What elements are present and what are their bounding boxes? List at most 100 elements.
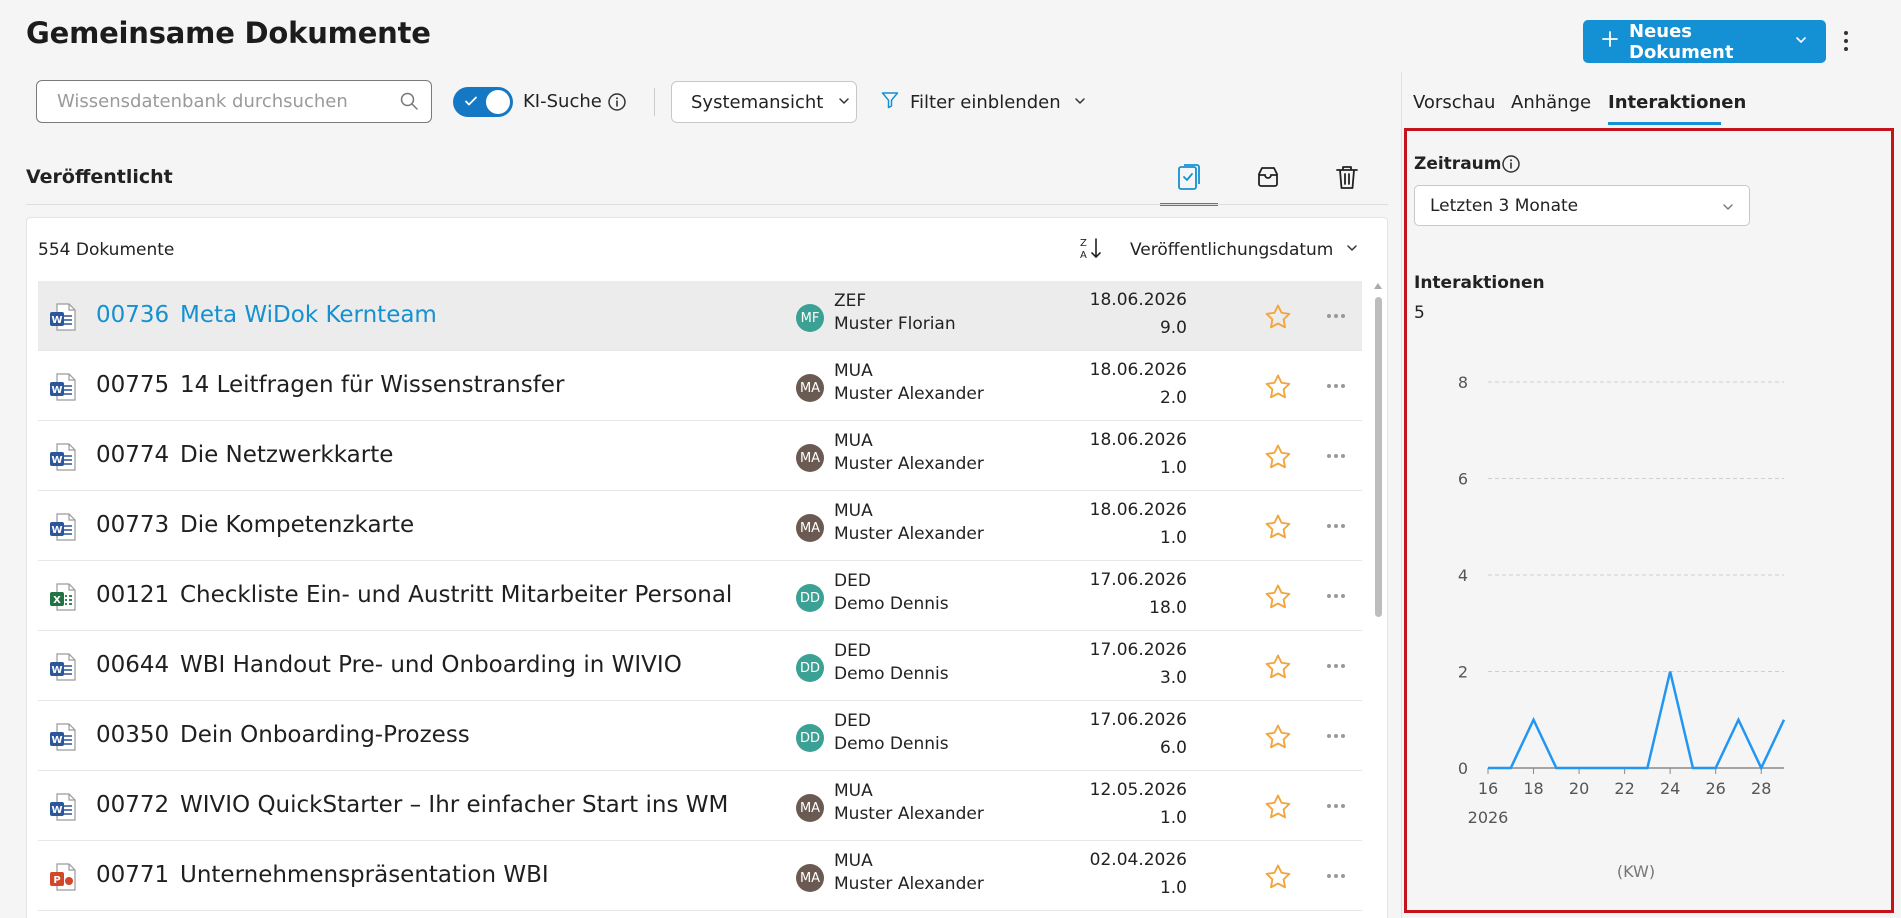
document-title[interactable]: Unternehmenspräsentation WBI: [180, 862, 549, 888]
sort-order-icon[interactable]: ZA: [1079, 236, 1103, 266]
search-input[interactable]: [37, 81, 367, 121]
new-document-button[interactable]: Neues Dokument: [1583, 20, 1826, 63]
document-row[interactable]: P 00771 Unternehmenspräsentation WBI MA MUA M…: [38, 841, 1362, 911]
published-documents-icon[interactable]: [1176, 162, 1202, 196]
favorite-star-icon[interactable]: [1263, 722, 1293, 756]
document-row[interactable]: W 00773 Die Kompetenzkarte MA MUA Muster Alex…: [38, 491, 1362, 561]
more-options-icon[interactable]: [1838, 28, 1854, 54]
avatar: MA: [796, 794, 824, 822]
document-number: 00736: [96, 302, 170, 328]
published-date: 18.06.2026: [1089, 430, 1187, 450]
author-code: DED: [834, 711, 871, 731]
x-tick-label: 18: [1523, 779, 1543, 798]
author-name: Muster Florian: [834, 314, 956, 334]
sort-select[interactable]: Veröffentlichungsdatum: [1130, 240, 1359, 260]
chevron-down-icon: [1721, 199, 1735, 219]
document-row[interactable]: X 00121 Checkliste Ein- und Austritt Mitar…: [38, 561, 1362, 631]
document-version: 9.0: [1159, 318, 1187, 338]
document-title[interactable]: Meta WiDok Kernteam: [180, 302, 437, 328]
favorite-star-icon[interactable]: [1263, 862, 1293, 896]
document-title[interactable]: WBI Handout Pre- und Onboarding in WIVIO: [180, 652, 682, 678]
x-axis-title: (KW): [1617, 862, 1655, 881]
document-row[interactable]: W 00775 14 Leitfragen für Wissenstransfer M…: [38, 351, 1362, 421]
document-row[interactable]: W 00772 WIVIO QuickStarter – Ihr einfacher…: [38, 771, 1362, 841]
tab-attachments[interactable]: Anhänge: [1511, 92, 1591, 113]
author-code: MUA: [834, 431, 873, 451]
document-row[interactable]: W 00736 Meta WiDok Kernteam MF ZEF Muster Flo…: [38, 281, 1362, 351]
author-code: DED: [834, 571, 871, 591]
avatar: MA: [796, 444, 824, 472]
document-number: 00773: [96, 512, 170, 538]
x-tick-label: 20: [1569, 779, 1589, 798]
published-date: 17.06.2026: [1089, 570, 1187, 590]
document-row[interactable]: W 00774 Die Netzwerkkarte MA MUA Muster Alexa…: [38, 421, 1362, 491]
favorite-star-icon[interactable]: [1263, 792, 1293, 826]
info-icon[interactable]: [1501, 154, 1521, 178]
word-file-icon: W: [49, 372, 77, 406]
favorite-star-icon[interactable]: [1263, 302, 1293, 336]
row-more-icon[interactable]: [1327, 384, 1345, 388]
section-title: Veröffentlicht: [26, 166, 173, 188]
document-row[interactable]: W 00644 WBI Handout Pre- und Onboarding in…: [38, 631, 1362, 701]
y-tick-label: 4: [1458, 566, 1468, 585]
document-title[interactable]: WIVIO QuickStarter – Ihr einfacher Start…: [180, 792, 728, 818]
new-document-label: Neues Dokument: [1629, 20, 1734, 63]
author-name: Demo Dennis: [834, 664, 949, 684]
row-more-icon[interactable]: [1327, 664, 1345, 668]
row-more-icon[interactable]: [1327, 314, 1345, 318]
info-icon[interactable]: [607, 92, 627, 116]
document-title[interactable]: Dein Onboarding-Prozess: [180, 722, 470, 748]
y-tick-label: 0: [1458, 759, 1468, 778]
row-more-icon[interactable]: [1327, 874, 1345, 878]
scrollbar-thumb[interactable]: [1375, 297, 1382, 617]
interactions-label: Interaktionen: [1414, 273, 1545, 293]
word-file-icon: W: [49, 722, 77, 756]
powerpoint-file-icon: P: [49, 862, 77, 896]
avatar: MF: [796, 304, 824, 332]
favorite-star-icon[interactable]: [1263, 442, 1293, 476]
favorite-star-icon[interactable]: [1263, 582, 1293, 616]
search-field[interactable]: [36, 80, 432, 123]
document-number: 00121: [96, 582, 170, 608]
document-version: 18.0: [1149, 598, 1187, 618]
document-title[interactable]: Die Kompetenzkarte: [180, 512, 414, 538]
trash-icon[interactable]: [1334, 162, 1360, 196]
document-number: 00775: [96, 372, 170, 398]
document-title[interactable]: Checkliste Ein- und Austritt Mitarbeiter…: [180, 582, 732, 608]
period-select[interactable]: Letzten 3 Monate: [1414, 185, 1750, 226]
ai-search-toggle[interactable]: [453, 87, 513, 117]
interactions-total: 5: [1414, 303, 1425, 323]
search-icon[interactable]: [399, 91, 419, 115]
active-tab-indicator: [1608, 122, 1721, 125]
document-title[interactable]: 14 Leitfragen für Wissenstransfer: [180, 372, 564, 398]
row-more-icon[interactable]: [1327, 454, 1345, 458]
x-tick-label: 24: [1660, 779, 1680, 798]
scroll-up-arrow[interactable]: [1374, 283, 1382, 289]
document-row[interactable]: W 00350 Dein Onboarding-Prozess DD DED Demo D…: [38, 701, 1362, 771]
author-code: MUA: [834, 361, 873, 381]
filter-toggle-button[interactable]: Filter einblenden: [880, 90, 1087, 115]
svg-text:X: X: [53, 595, 61, 606]
favorite-star-icon[interactable]: [1263, 652, 1293, 686]
document-list: W 00736 Meta WiDok Kernteam MF ZEF Muster Flo…: [38, 281, 1362, 911]
document-title[interactable]: Die Netzwerkkarte: [180, 442, 393, 468]
row-more-icon[interactable]: [1327, 594, 1345, 598]
tab-preview[interactable]: Vorschau: [1413, 92, 1495, 113]
author-name: Muster Alexander: [834, 524, 984, 544]
chevron-down-icon[interactable]: [1794, 31, 1808, 52]
tab-interactions[interactable]: Interaktionen: [1608, 92, 1746, 113]
row-more-icon[interactable]: [1327, 524, 1345, 528]
row-more-icon[interactable]: [1327, 804, 1345, 808]
x-tick-label: 22: [1614, 779, 1634, 798]
favorite-star-icon[interactable]: [1263, 512, 1293, 546]
x-tick-label: 26: [1706, 779, 1726, 798]
svg-text:W: W: [51, 315, 62, 326]
favorite-star-icon[interactable]: [1263, 372, 1293, 406]
y-tick-label: 8: [1458, 373, 1468, 392]
view-select[interactable]: Systemansicht: [671, 81, 857, 123]
published-date: 18.06.2026: [1089, 290, 1187, 310]
archive-icon[interactable]: [1255, 162, 1281, 196]
check-icon: [463, 93, 479, 113]
avatar: DD: [796, 724, 824, 752]
row-more-icon[interactable]: [1327, 734, 1345, 738]
